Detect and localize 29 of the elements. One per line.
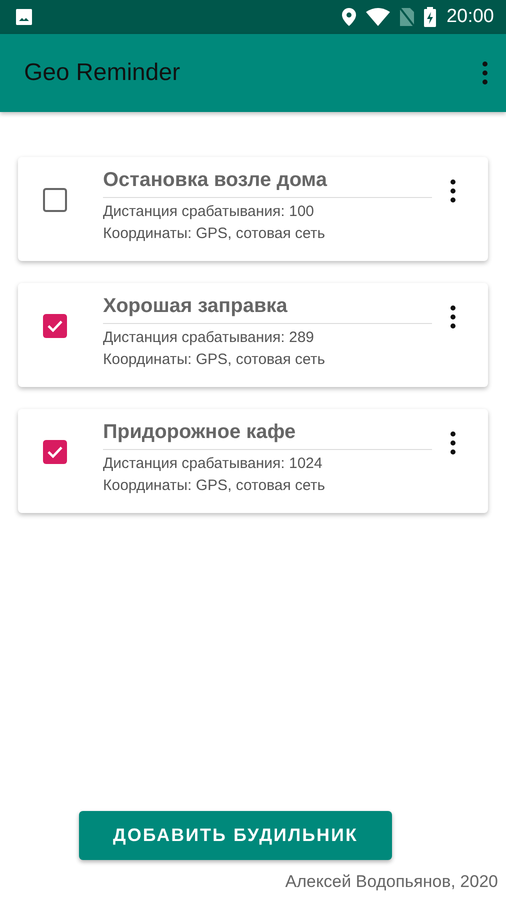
more-icon[interactable] [450, 179, 456, 203]
checkbox[interactable] [43, 314, 67, 338]
checkmark-icon [47, 320, 63, 332]
no-sim-icon [400, 8, 414, 26]
wifi-icon [366, 8, 390, 26]
add-alarm-button[interactable]: ДОБАВИТЬ БУДИЛЬНИК [79, 811, 392, 860]
coordinates-text: Координаты: GPS, сотовая сеть [103, 477, 326, 494]
distance-text: Дистанция срабатывания: 100 [103, 203, 316, 220]
reminder-title: Придорожное кафе [103, 421, 432, 450]
image-icon [16, 9, 32, 25]
more-icon[interactable] [450, 431, 456, 455]
author-credit: Алексей Водопьянов, 2020 [285, 872, 498, 892]
location-icon [342, 8, 356, 26]
more-icon[interactable] [450, 305, 456, 329]
reminder-title: Остановка возле дома [103, 169, 432, 198]
distance-text: Дистанция срабатывания: 289 [103, 329, 316, 346]
battery-icon [424, 7, 436, 27]
checkbox[interactable] [43, 188, 67, 212]
checkbox[interactable] [43, 440, 67, 464]
reminder-title: Хорошая заправка [103, 295, 432, 324]
checkmark-icon [47, 446, 63, 458]
distance-text: Дистанция срабатывания: 1024 [103, 455, 324, 472]
reminder-card[interactable]: Остановка возле дома Дистанция срабатывания: 100 Координаты: GPS, сотовая сеть [18, 157, 488, 261]
reminder-card[interactable]: Хорошая заправка Дистанция срабатывания: 289 Координаты: GPS, сотовая сеть [18, 283, 488, 387]
coordinates-text: Координаты: GPS, сотовая сеть [103, 225, 326, 242]
coordinates-text: Координаты: GPS, сотовая сеть [103, 351, 326, 368]
clock-time: 20:00 [446, 6, 494, 28]
reminder-card[interactable]: Придорожное кафе Дистанция срабатывания: 1024 Координаты: GPS, сотовая сеть [18, 409, 488, 513]
app-title: Geo Reminder [24, 59, 182, 87]
